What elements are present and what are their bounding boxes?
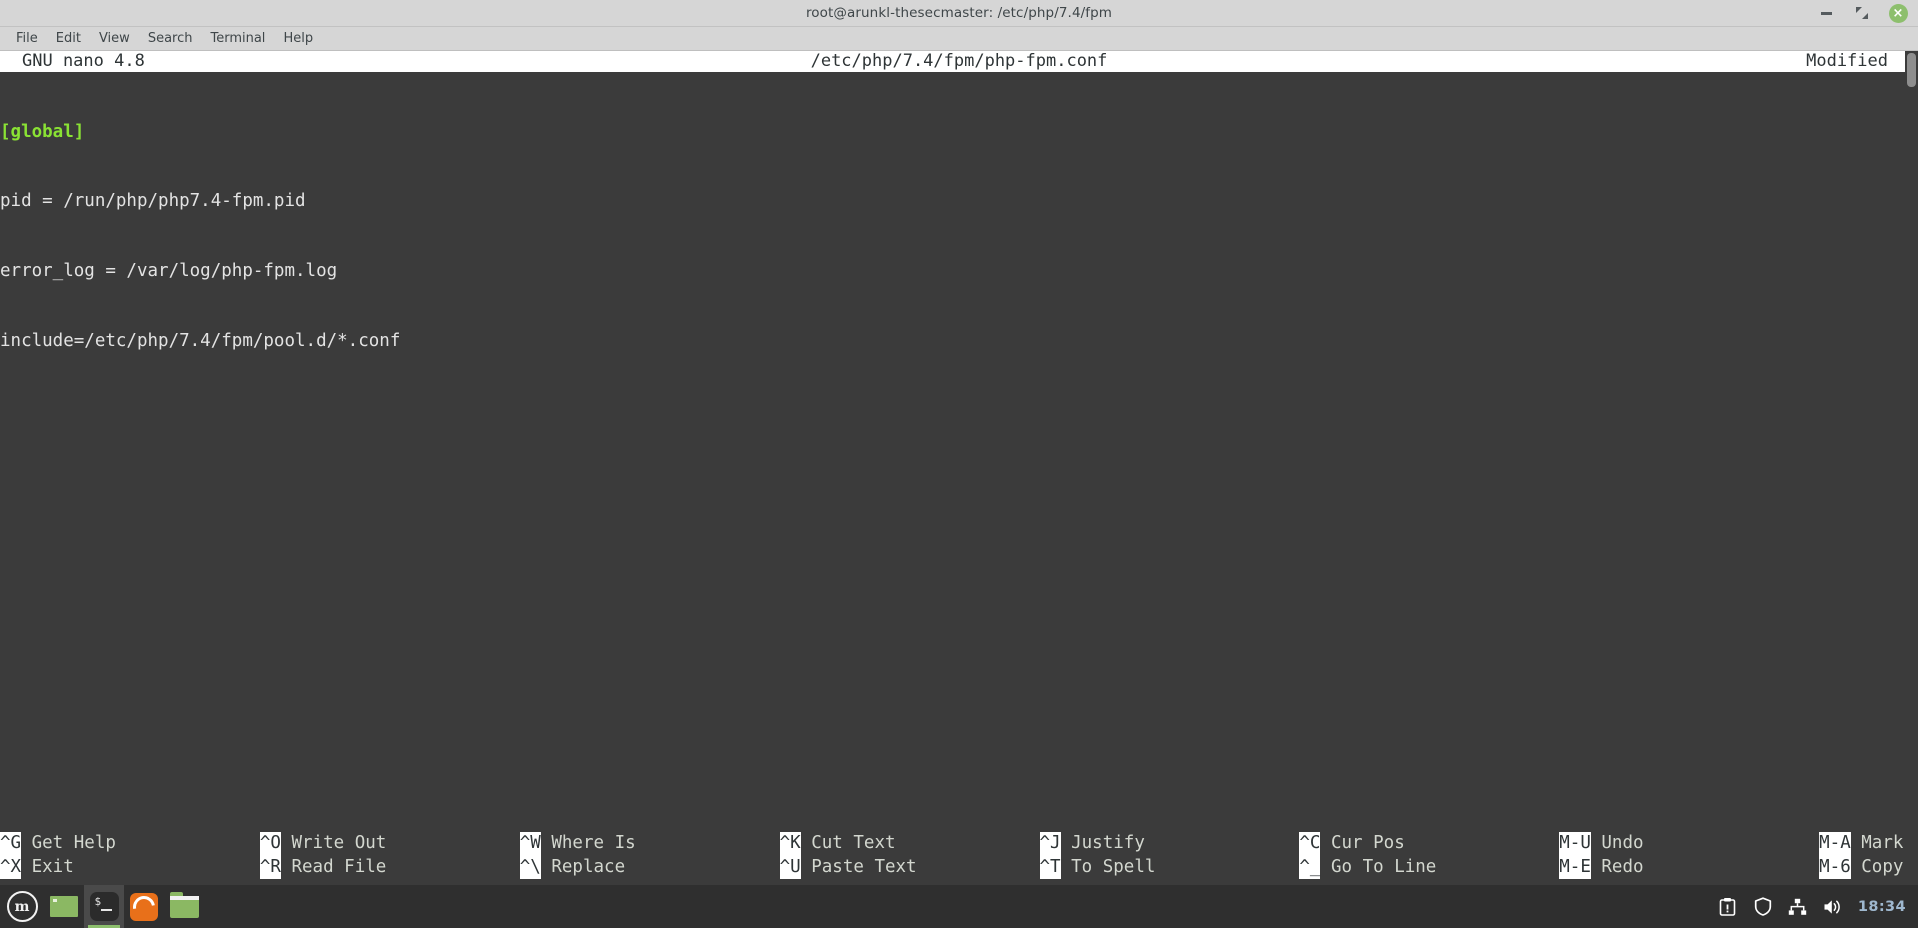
shortcut-undo[interactable]: M-U Undo <box>1559 832 1819 856</box>
menu-item-file[interactable]: File <box>7 29 47 48</box>
shortcut-key: ^T <box>1039 855 1061 879</box>
shortcut-key: M-U <box>1559 832 1591 856</box>
shortcut-write-out[interactable]: ^O Write Out <box>259 832 520 856</box>
code-line-text: pid = /run/php/php7.4-fpm.pid <box>0 191 306 212</box>
menubar: File Edit View Search Terminal Help <box>0 27 1918 51</box>
menu-item-help[interactable]: Help <box>274 29 322 48</box>
shortcut-go-to-line[interactable]: ^_ Go To Line <box>1299 855 1559 879</box>
code-line: [global] <box>0 121 1918 144</box>
shortcut-key: ^W <box>519 832 541 856</box>
close-icon: × <box>1888 3 1908 23</box>
code-line-text: error_log = /var/log/php-fpm.log <box>0 261 338 282</box>
window-controls: × <box>1816 0 1908 26</box>
shortcut-label: Redo <box>1590 856 1644 877</box>
nano-filename-label: /etc/php/7.4/fpm/php-fpm.conf <box>810 51 1108 71</box>
scrollbar-thumb[interactable] <box>1907 53 1916 87</box>
maximize-icon <box>1856 7 1868 19</box>
shortcut-label: Exit <box>21 856 74 877</box>
volume-icon[interactable] <box>1823 897 1843 917</box>
firefox-icon <box>128 891 160 922</box>
shortcut-where-is[interactable]: ^W Where Is <box>519 832 780 856</box>
shortcut-cut-text[interactable]: ^K Cut Text <box>779 832 1040 856</box>
shortcut-key: M-A <box>1819 832 1851 856</box>
terminal-icon: $ <box>89 892 119 921</box>
shortcut-key: ^_ <box>1299 855 1321 879</box>
menu-item-view[interactable]: View <box>90 29 139 48</box>
shield-icon[interactable] <box>1753 897 1773 917</box>
shortcut-label: Cut Text <box>800 833 896 854</box>
shortcut-mark-text[interactable]: M-A Mark Text <box>1819 832 1918 856</box>
window-icon <box>50 896 78 917</box>
shortcut-row-2: ^X Exit ^R Read File ^\ Replace ^U Paste… <box>0 855 1918 879</box>
shortcut-label: Write Out <box>280 833 387 854</box>
terminal-scrollbar[interactable] <box>1905 51 1918 885</box>
nano-modified-status: Modified <box>1806 51 1888 71</box>
shortcut-key: M-6 <box>1819 855 1851 879</box>
minimize-button[interactable] <box>1816 3 1836 23</box>
window-title: root@arunkl-thesecmaster: /etc/php/7.4/f… <box>805 5 1113 21</box>
shortcut-read-file[interactable]: ^R Read File <box>259 855 520 879</box>
shortcut-label: Undo <box>1590 833 1644 854</box>
taskbar-item-files[interactable] <box>164 885 204 928</box>
shortcut-justify[interactable]: ^J Justify <box>1039 832 1300 856</box>
shortcut-key: ^C <box>1299 832 1321 856</box>
desktop-root: root@arunkl-thesecmaster: /etc/php/7.4/f… <box>0 0 1918 928</box>
code-line-text: [global] <box>0 121 85 142</box>
menu-item-terminal[interactable]: Terminal <box>201 29 274 48</box>
nano-titlebar: GNU nano 4.8 /etc/php/7.4/fpm/php-fpm.co… <box>0 51 1918 72</box>
menu-item-edit[interactable]: Edit <box>47 29 90 48</box>
update-manager-icon[interactable] <box>1718 897 1738 917</box>
close-button[interactable]: × <box>1888 3 1908 23</box>
shortcut-exit[interactable]: ^X Exit <box>0 855 260 879</box>
code-line-text: include=/etc/php/7.4/fpm/pool.d/*.conf <box>0 331 401 352</box>
shortcut-row-1: ^G Get Help ^O Write Out ^W Where Is ^K … <box>0 832 1918 856</box>
shortcut-key: ^U <box>779 855 801 879</box>
taskbar-launchers: m $ <box>0 885 204 928</box>
taskbar-item-firefox[interactable] <box>124 885 164 928</box>
terminal-area[interactable]: GNU nano 4.8 /etc/php/7.4/fpm/php-fpm.co… <box>0 51 1918 885</box>
mint-menu-button[interactable]: m <box>0 885 44 928</box>
shortcut-key: ^\ <box>519 855 541 879</box>
mint-logo-icon: m <box>6 891 38 922</box>
shortcut-label: Where Is <box>540 833 636 854</box>
shortcut-redo[interactable]: M-E Redo <box>1559 855 1819 879</box>
taskbar-item-terminal[interactable]: $ <box>84 885 124 928</box>
nano-shortcut-bar: ^G Get Help ^O Write Out ^W Where Is ^K … <box>0 832 1918 885</box>
minimize-icon <box>1820 11 1832 15</box>
network-icon[interactable] <box>1788 897 1808 917</box>
nano-editor-content[interactable]: [global] pid = /run/php/php7.4-fpm.pid e… <box>0 72 1918 832</box>
shortcut-key: M-E <box>1559 855 1591 879</box>
shortcut-key: ^O <box>259 832 281 856</box>
shortcut-key: ^R <box>259 855 281 879</box>
menu-item-search[interactable]: Search <box>139 29 202 48</box>
shortcut-label: Cur Pos <box>1320 833 1405 854</box>
shortcut-paste-text[interactable]: ^U Paste Text <box>779 855 1040 879</box>
taskbar: m $ 18:34 <box>0 885 1918 928</box>
shortcut-label: Replace <box>540 856 626 877</box>
shortcut-replace[interactable]: ^\ Replace <box>519 855 780 879</box>
shortcut-label: Read File <box>280 856 387 877</box>
shortcut-key: ^G <box>0 832 22 856</box>
window-titlebar[interactable]: root@arunkl-thesecmaster: /etc/php/7.4/f… <box>0 0 1918 27</box>
shortcut-key: ^J <box>1039 832 1061 856</box>
shortcut-copy-text[interactable]: M-6 Copy Text <box>1819 855 1918 879</box>
shortcut-cur-pos[interactable]: ^C Cur Pos <box>1299 832 1559 856</box>
shortcut-key: ^X <box>0 855 22 879</box>
taskbar-item-window[interactable] <box>44 885 84 928</box>
maximize-button[interactable] <box>1852 3 1872 23</box>
code-line: pid = /run/php/php7.4-fpm.pid <box>0 190 1918 213</box>
code-line: include=/etc/php/7.4/fpm/pool.d/*.conf <box>0 330 1918 353</box>
clock[interactable]: 18:34 <box>1858 899 1906 915</box>
shortcut-key: ^K <box>779 832 801 856</box>
shortcut-label: Paste Text <box>800 856 917 877</box>
shortcut-label: Go To Line <box>1320 856 1437 877</box>
shortcut-get-help[interactable]: ^G Get Help <box>0 832 260 856</box>
shortcut-label: Get Help <box>21 833 116 854</box>
folder-icon <box>169 891 199 918</box>
code-line: error_log = /var/log/php-fpm.log <box>0 260 1918 283</box>
system-tray: 18:34 <box>1718 885 1906 928</box>
shortcut-to-spell[interactable]: ^T To Spell <box>1039 855 1300 879</box>
shortcut-label: Justify <box>1060 833 1145 854</box>
shortcut-label: To Spell <box>1060 856 1156 877</box>
